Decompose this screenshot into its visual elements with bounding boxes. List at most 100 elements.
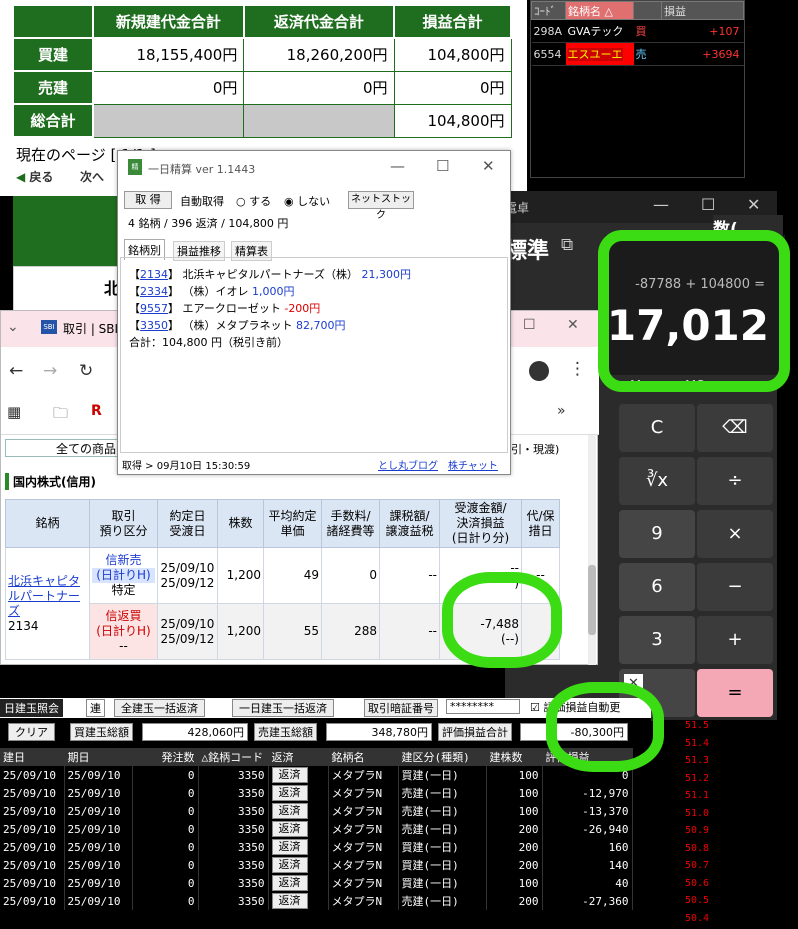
col-code[interactable]: △銘柄コード	[198, 748, 269, 766]
stock-link[interactable]: 北浜キャピタルパートナーズ	[8, 574, 87, 619]
blog-link[interactable]: とし丸ブログ	[378, 457, 438, 472]
cell: 3350	[198, 784, 269, 802]
table-row[interactable]: 25/09/10 25/09/10 0 3350 返済 メタプラN 買建(一日) 200 140	[0, 856, 633, 874]
next-link[interactable]: 次へ	[80, 168, 104, 185]
tab-ren[interactable]: 連	[86, 699, 105, 717]
close-position-button[interactable]: 返済	[271, 857, 308, 873]
reload-icon[interactable]: ↻	[79, 361, 93, 381]
cell: 返済	[268, 820, 329, 838]
close-icon[interactable]: ✕	[567, 317, 579, 333]
tab-title[interactable]: 取引 | SBI	[63, 320, 118, 337]
back-arrow-icon: ◀	[16, 170, 26, 184]
key-3[interactable]: 3	[619, 616, 695, 664]
table-row[interactable]: 25/09/10 25/09/10 0 3350 返済 メタプラN 売建(一日) 100 -12…	[0, 784, 633, 802]
cell: 3350	[198, 820, 269, 838]
close-position-button[interactable]: 返済	[271, 821, 308, 837]
forward-arrow-icon[interactable]: →	[43, 361, 57, 381]
key-multiply[interactable]: ×	[697, 510, 773, 558]
board-row[interactable]: 298A GVAテック 買 +107	[531, 19, 744, 43]
avatar[interactable]	[529, 361, 549, 381]
calc-mode[interactable]: 標準	[505, 233, 549, 265]
scrollbar[interactable]	[588, 435, 596, 665]
back-link[interactable]: ◀ 戻る	[16, 168, 53, 185]
cell: メタプラN	[328, 874, 399, 892]
cell: 25/09/10	[64, 892, 133, 910]
close-position-button[interactable]: 返済	[271, 767, 308, 783]
key-divide[interactable]: ÷	[697, 457, 773, 505]
cell: 0	[132, 766, 199, 784]
filter-right-text: 引・現渡)	[511, 443, 560, 456]
sell-new: 0円	[92, 70, 245, 105]
key-backspace[interactable]: ⌫	[697, 404, 773, 452]
sell-pnl: 0円	[393, 70, 512, 105]
stock-board: ｺｰﾄﾞ 銘柄名 △ 損益 298A GVAテック 買 +107 6554 エス…	[530, 0, 745, 178]
keep-on-top-icon[interactable]: ⧉	[561, 235, 573, 255]
sell-total-value: 348,780円	[326, 723, 432, 741]
table-row[interactable]: 25/09/10 25/09/10 0 3350 返済 メタプラN 売建(一日) 100 -13…	[0, 802, 633, 820]
pin-input[interactable]: ********	[446, 699, 520, 714]
list-item[interactable]: 【2334】 （株）イオレ 1,000円	[129, 283, 507, 300]
close-position-button[interactable]: 返済	[271, 875, 308, 891]
cell: -12,970	[542, 784, 633, 802]
tab-positions[interactable]: 日建玉照会	[0, 699, 63, 717]
close-icon[interactable]: ✕	[747, 195, 760, 214]
board-code: 6554	[531, 42, 566, 66]
cell: 100	[486, 784, 543, 802]
col-open-date: 建日	[0, 748, 65, 766]
key-6[interactable]: 6	[619, 563, 695, 611]
close-icon[interactable]: ✕	[482, 157, 495, 175]
price-ladder: 51.5 51.4 51.3 51.2 51.1 51.0 50.9 50.8 50.7 50.6…	[655, 720, 798, 929]
get-button[interactable]: 取 得	[124, 191, 172, 209]
bulk-close-all-button[interactable]: 全建玉一括返済	[114, 699, 205, 717]
rakuten-icon[interactable]: R	[91, 403, 102, 419]
cell: メタプラN	[328, 820, 399, 838]
list-item[interactable]: 【9557】 エアークローゼット -200円	[129, 300, 507, 317]
bulk-close-day-button[interactable]: 一日建玉一括返済	[232, 699, 334, 717]
key-9[interactable]: 9	[619, 510, 695, 558]
table-row[interactable]: 25/09/10 25/09/10 0 3350 返済 メタプラN 買建(一日) 100 40	[0, 874, 633, 892]
close-position-button[interactable]: 返済	[271, 803, 308, 819]
close-position-button[interactable]: 返済	[271, 785, 308, 801]
maximize-icon[interactable]: ☐	[523, 317, 536, 333]
back-arrow-icon[interactable]: ←	[9, 361, 23, 381]
board-code: 298A	[531, 19, 566, 43]
key-minus[interactable]: −	[697, 563, 773, 611]
key-equals[interactable]: =	[697, 669, 773, 717]
close-position-button[interactable]: 返済	[271, 893, 308, 909]
table-row[interactable]: 25/09/10 25/09/10 0 3350 返済 メタプラN 買建(一日) 100 0	[0, 766, 633, 784]
price-level: 50.7	[685, 860, 710, 871]
maximize-icon[interactable]: ☐	[701, 195, 715, 214]
clear-button[interactable]: クリア	[8, 723, 55, 741]
board-header-name[interactable]: 銘柄名 △	[565, 1, 634, 20]
close-position-button[interactable]: 返済	[271, 839, 308, 855]
radio-no[interactable]: ◉ しない	[284, 193, 330, 209]
cell: 0	[132, 892, 199, 910]
more-bookmarks-icon[interactable]: »	[557, 403, 566, 419]
table-row[interactable]: 25/09/10 25/09/10 0 3350 返済 メタプラN 売建(一日) 200 -27…	[0, 892, 633, 910]
menu-dots-icon[interactable]: ⋮	[569, 359, 586, 379]
key-clear[interactable]: C	[619, 404, 695, 452]
maximize-icon[interactable]: ☐	[436, 157, 449, 175]
table-row[interactable]: 25/09/10 25/09/10 0 3350 返済 メタプラN 買建(一日) 200 160	[0, 838, 633, 856]
cell: 返済	[268, 784, 329, 802]
netstock-button[interactable]: ネットストック	[348, 191, 414, 221]
folder-icon[interactable]: 🗀	[53, 403, 68, 428]
annotation-eval	[546, 682, 664, 772]
chat-link[interactable]: 株チャット	[448, 457, 498, 472]
list-item[interactable]: 【3350】 （株）メタプラネット 82,700円	[129, 317, 507, 334]
positions-table: 建日 期日 発注数 △銘柄コード 返済 銘柄名 建区分(種類) 建株数 評価損益	[0, 748, 633, 766]
cell: 返済	[268, 856, 329, 874]
key-plus[interactable]: +	[697, 616, 773, 664]
minimize-icon[interactable]: —	[390, 157, 405, 175]
chevron-down-icon[interactable]: ⌄	[7, 319, 19, 335]
key-root[interactable]: ∛x	[619, 457, 695, 505]
radio-yes[interactable]: ○ する	[236, 193, 271, 209]
list-item[interactable]: 【2134】 北浜キャピタルパートナーズ（株） 21,300円	[129, 266, 507, 283]
cell: メタプラN	[328, 856, 399, 874]
table-row[interactable]: 25/09/10 25/09/10 0 3350 返済 メタプラN 売建(一日) 200 -26…	[0, 820, 633, 838]
cell: メタプラN	[328, 892, 399, 910]
board-name: エスユーエ	[565, 42, 634, 66]
minimize-icon[interactable]: —	[653, 195, 669, 214]
board-row[interactable]: 6554 エスユーエ 売 +3694	[531, 42, 744, 66]
apps-grid-icon[interactable]: ▦	[7, 403, 21, 421]
